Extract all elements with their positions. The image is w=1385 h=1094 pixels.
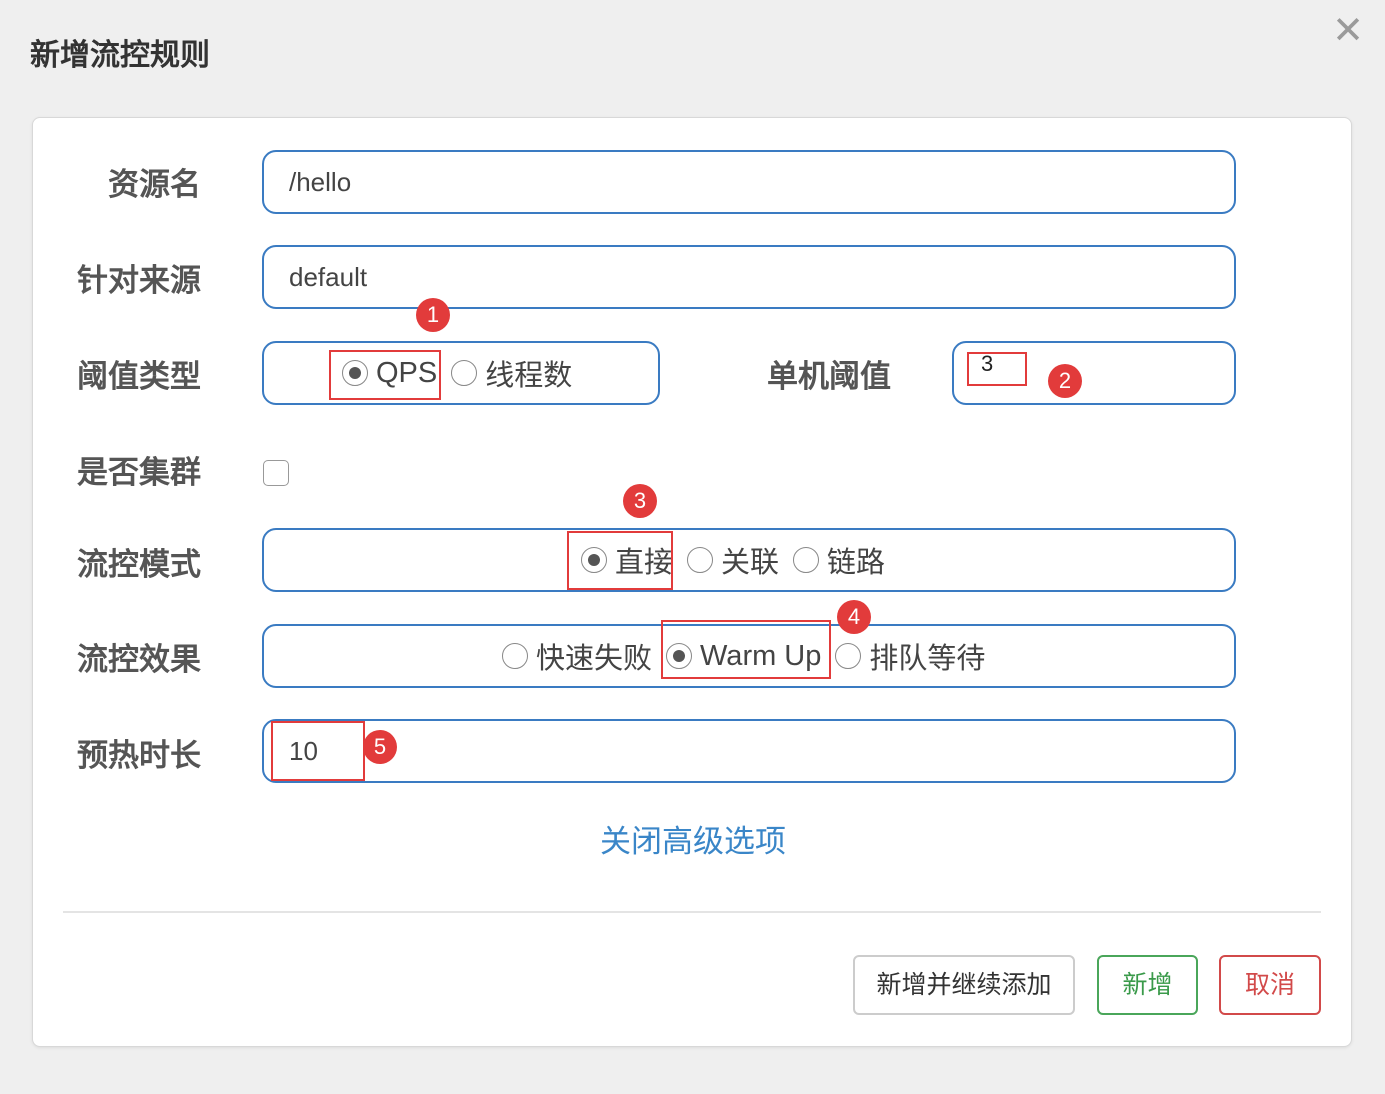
annotation-badge: 4 <box>837 600 871 634</box>
grade-radio-thread[interactable]: 线程数 <box>451 352 572 394</box>
resource-value: /hello <box>289 167 352 197</box>
grade-label: 阈值类型 <box>77 359 201 395</box>
strategy-option-label: 关联 <box>721 547 780 579</box>
behavior-radio-fail-fast[interactable]: 快速失败 <box>502 635 652 677</box>
annotation-badge: 1 <box>416 298 450 332</box>
limit-app-input[interactable]: default <box>262 245 1236 309</box>
behavior-radio-warm-up[interactable]: Warm Up <box>666 640 821 673</box>
grade-option-label: 线程数 <box>485 360 573 392</box>
divider <box>63 911 1321 913</box>
behavior-option-label: 快速失败 <box>536 643 653 675</box>
cluster-label: 是否集群 <box>77 455 201 491</box>
warmup-value: 10 <box>289 736 318 766</box>
behavior-option-label: Warm Up <box>700 639 822 672</box>
grade-radio-group: QPS 线程数 <box>262 341 660 405</box>
grade-radio-qps[interactable]: QPS <box>342 357 437 390</box>
radio-unchecked-icon <box>502 643 528 669</box>
count-input[interactable]: 3 <box>952 341 1236 405</box>
radio-unchecked-icon <box>835 643 862 669</box>
resource-label: 资源名 <box>108 167 201 203</box>
warmup-label: 预热时长 <box>77 738 201 774</box>
strategy-radio-direct[interactable]: 直接 <box>581 539 673 581</box>
radio-unchecked-icon <box>451 360 478 386</box>
cluster-checkbox[interactable] <box>263 460 289 486</box>
strategy-radio-relate[interactable]: 关联 <box>687 539 779 581</box>
resource-input[interactable]: /hello <box>262 150 1236 214</box>
control-behavior-radio-group: 快速失败 Warm Up 排队等待 <box>262 624 1236 688</box>
count-value: 3 <box>981 351 994 376</box>
limit-app-label: 针对来源 <box>77 263 201 299</box>
radio-unchecked-icon <box>687 547 714 573</box>
warmup-input[interactable]: 10 <box>262 719 1236 783</box>
annotation-badge: 2 <box>1048 364 1082 398</box>
strategy-radio-group: 直接 关联 链路 <box>262 528 1236 592</box>
grade-option-label: QPS <box>376 356 438 389</box>
control-behavior-label: 流控效果 <box>77 642 201 678</box>
close-icon[interactable]: ✕ <box>1330 10 1366 50</box>
behavior-option-label: 排队等待 <box>869 643 986 675</box>
radio-checked-icon <box>666 643 693 669</box>
toggle-advanced-link[interactable]: 关闭高级选项 <box>33 816 1353 861</box>
add-and-continue-button[interactable]: 新增并继续添加 <box>853 955 1075 1015</box>
radio-checked-icon <box>342 360 368 386</box>
strategy-option-label: 直接 <box>615 547 674 579</box>
strategy-radio-chain[interactable]: 链路 <box>793 539 885 581</box>
radio-checked-icon <box>581 547 607 573</box>
count-label: 单机阈值 <box>767 359 891 395</box>
annotation-badge: 5 <box>363 730 397 764</box>
strategy-option-label: 链路 <box>827 547 886 579</box>
dialog-title: 新增流控规则 <box>30 38 210 73</box>
cancel-button[interactable]: 取消 <box>1219 955 1321 1015</box>
radio-unchecked-icon <box>793 547 820 573</box>
add-button[interactable]: 新增 <box>1097 955 1198 1015</box>
form-panel: 资源名 /hello 针对来源 default 阈值类型 QPS 线程数 单机阈… <box>32 117 1352 1047</box>
flow-rule-dialog: 新增流控规则 ✕ 资源名 /hello 针对来源 default 阈值类型 QP… <box>0 0 1385 1094</box>
limit-app-value: default <box>289 262 368 292</box>
annotation-badge: 3 <box>623 484 657 518</box>
strategy-label: 流控模式 <box>77 547 201 583</box>
behavior-radio-queue[interactable]: 排队等待 <box>835 635 985 677</box>
